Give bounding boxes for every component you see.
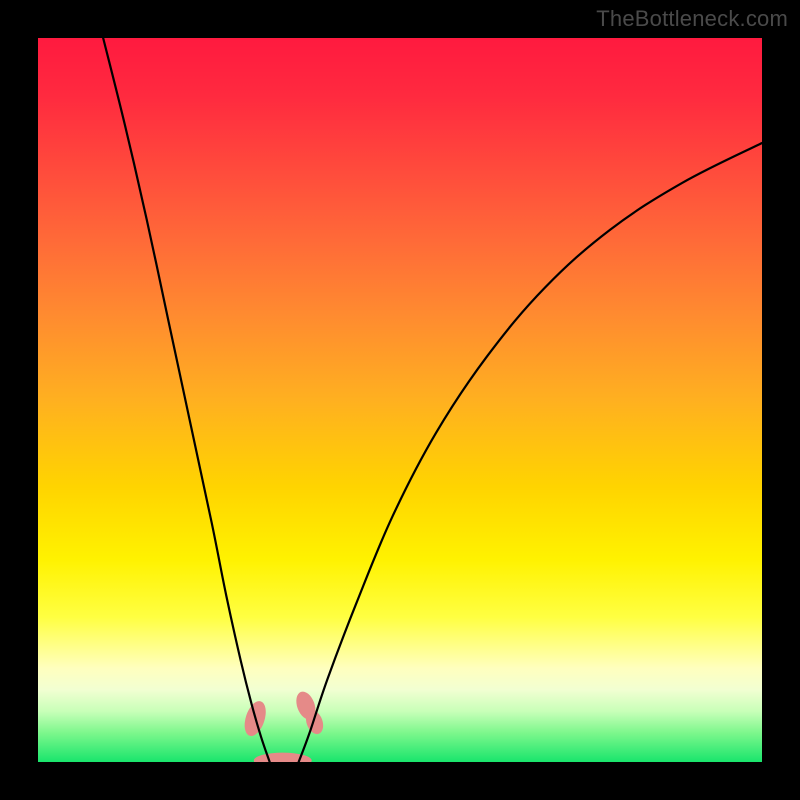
left-curve (103, 38, 270, 762)
watermark-text: TheBottleneck.com (596, 6, 788, 32)
curve-layer (103, 38, 762, 762)
chart-frame: TheBottleneck.com (0, 0, 800, 800)
chart-svg (38, 38, 762, 762)
marker-layer (241, 689, 327, 762)
plot-area (38, 38, 762, 762)
bottom-blob (254, 753, 312, 762)
right-curve (299, 143, 762, 762)
